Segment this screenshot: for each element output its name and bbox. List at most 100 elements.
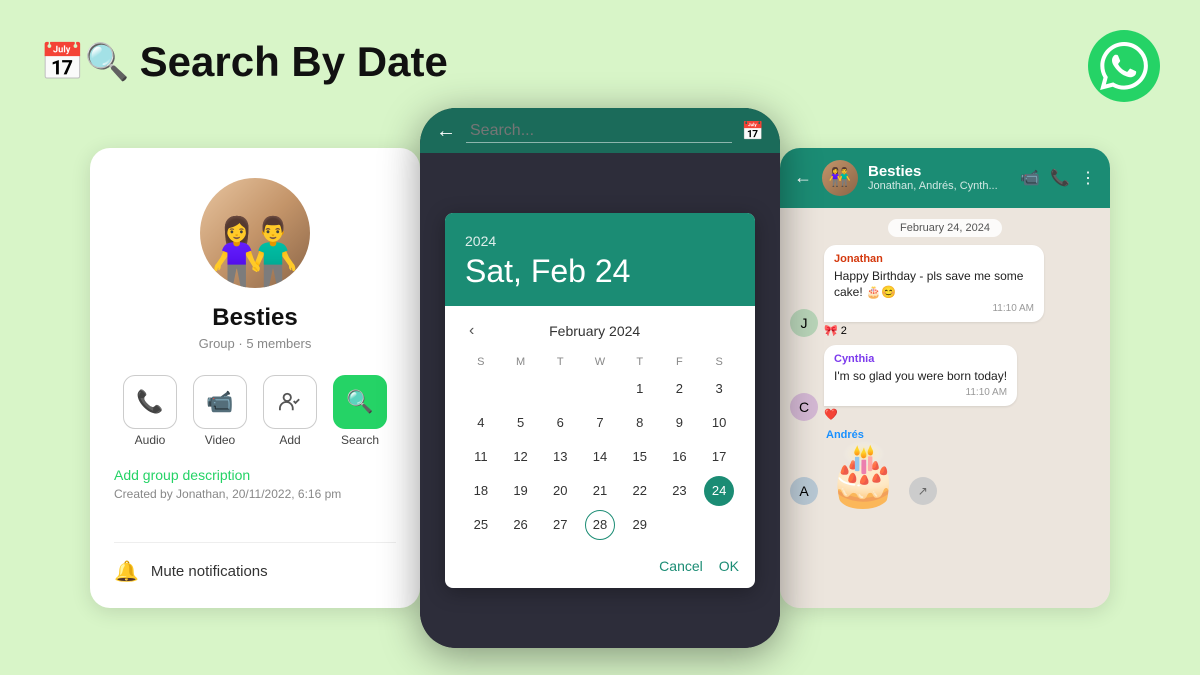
contact-info-panel: 👫 Besties Group · 5 members 📞 Audio 📹 Vi… (90, 148, 420, 608)
cal-day-13[interactable]: 13 (545, 442, 575, 472)
search-label: Search (341, 433, 379, 447)
jonathan-reactions: 🎀 2 (824, 324, 1044, 337)
cal-day-27[interactable]: 27 (545, 510, 575, 540)
week-1: 1 2 3 (461, 372, 739, 406)
cynthia-name: Cynthia (834, 353, 1007, 365)
jonathan-message-text: Happy Birthday - pls save me some cake! … (834, 268, 1034, 302)
cal-day-14[interactable]: 14 (585, 442, 615, 472)
chat-info: Besties Jonathan, Andrés, Cynth... (868, 163, 1010, 192)
week-3: 11 12 13 14 15 16 17 (461, 440, 739, 474)
cal-day-7[interactable]: 7 (585, 408, 615, 438)
cal-day-10[interactable]: 10 (704, 408, 734, 438)
add-label: Add (279, 433, 300, 447)
audio-label: Audio (135, 433, 166, 447)
add-button[interactable]: Add (263, 375, 317, 447)
cal-day-2[interactable]: 2 (664, 374, 694, 404)
add-icon-circle (263, 375, 317, 429)
week-2: 4 5 6 7 8 9 10 (461, 406, 739, 440)
calendar-header: 2024 Sat, Feb 24 (445, 213, 755, 306)
cancel-button[interactable]: Cancel (659, 558, 703, 574)
chat-back-arrow[interactable]: ← (794, 167, 812, 188)
cynthia-message-time: 11:10 AM (834, 387, 1007, 398)
week-5: 25 26 27 28 29 (461, 508, 739, 542)
cal-day-4[interactable]: 4 (466, 408, 496, 438)
cal-day-3[interactable]: 3 (704, 374, 734, 404)
dow-sun: S (461, 352, 501, 372)
whatsapp-logo (1088, 30, 1160, 102)
video-button[interactable]: 📹 Video (193, 375, 247, 447)
group-desc-link[interactable]: Add group description (114, 467, 250, 483)
chat-messages-area: February 24, 2024 J Jonathan Happy Birth… (780, 208, 1110, 608)
sticker-share-button[interactable]: ↗ (909, 477, 937, 505)
chat-header: ← 👫 Besties Jonathan, Andrés, Cynth... 📹… (780, 148, 1110, 208)
message-row-cynthia: C Cynthia I'm so glad you were born toda… (790, 345, 1100, 421)
cynthia-message-text: I'm so glad you were born today! (834, 368, 1007, 385)
cal-day-23[interactable]: 23 (664, 476, 694, 506)
cal-day-28-today[interactable]: 28 (585, 510, 615, 540)
cal-day-18[interactable]: 18 (466, 476, 496, 506)
dow-fri: F (660, 352, 700, 372)
phone-call-icon[interactable]: 📞 (1050, 168, 1070, 188)
ok-button[interactable]: OK (719, 558, 739, 574)
cal-day-8[interactable]: 8 (625, 408, 655, 438)
action-buttons-row: 📞 Audio 📹 Video Add 🔍 Search (123, 375, 387, 447)
calendar-actions: Cancel OK (445, 550, 755, 588)
contact-subtitle: Group · 5 members (199, 336, 312, 351)
cynthia-reactions: ❤️ (824, 408, 1017, 421)
cynthia-avatar: C (790, 393, 818, 421)
bell-icon: 🔔 (114, 559, 139, 584)
calendar-icon[interactable]: 📅 (742, 121, 764, 142)
calendar-year: 2024 (465, 233, 735, 249)
cal-day-16[interactable]: 16 (664, 442, 694, 472)
audio-button[interactable]: 📞 Audio (123, 375, 177, 447)
cal-day-17[interactable]: 17 (704, 442, 734, 472)
calendar-search-icon: 📅🔍 (40, 41, 130, 83)
audio-icon-circle: 📞 (123, 375, 177, 429)
cal-day-26[interactable]: 26 (506, 510, 536, 540)
days-of-week-row: S M T W T F S (461, 352, 739, 372)
message-row-andres: A Andrés 🎂 ↗ (790, 429, 1100, 505)
andres-avatar: A (790, 477, 818, 505)
cal-day-29[interactable]: 29 (625, 510, 655, 540)
cal-day-25[interactable]: 25 (466, 510, 496, 540)
phone-top-bar: ← 📅 (420, 108, 780, 153)
chat-group-name: Besties (868, 163, 1010, 180)
cal-day-20[interactable]: 20 (545, 476, 575, 506)
calendar-selected-date: Sat, Feb 24 (465, 253, 735, 290)
cal-day-6[interactable]: 6 (545, 408, 575, 438)
week-4: 18 19 20 21 22 23 24 (461, 474, 739, 508)
cal-day-24-selected[interactable]: 24 (704, 476, 734, 506)
calendar-dialog: 2024 Sat, Feb 24 ‹ February 2024 S M T W… (445, 213, 755, 588)
cal-day-21[interactable]: 21 (585, 476, 615, 506)
jonathan-message-bubble: Jonathan Happy Birthday - pls save me so… (824, 245, 1044, 323)
video-call-icon[interactable]: 📹 (1020, 168, 1040, 188)
cal-day-1[interactable]: 1 (625, 374, 655, 404)
mute-label: Mute notifications (151, 563, 268, 580)
cal-day-9[interactable]: 9 (664, 408, 694, 438)
cal-day-11[interactable]: 11 (466, 442, 496, 472)
contact-name: Besties (212, 304, 297, 332)
search-input[interactable] (466, 120, 732, 143)
cal-day-15[interactable]: 15 (625, 442, 655, 472)
search-button[interactable]: 🔍 Search (333, 375, 387, 447)
cal-day-22[interactable]: 22 (625, 476, 655, 506)
dow-sat: S (699, 352, 739, 372)
birthday-cake-sticker: 🎂 (826, 445, 901, 505)
avatar-image: 👫 (210, 220, 300, 288)
jonathan-avatar: J (790, 309, 818, 337)
back-arrow-icon[interactable]: ← (436, 120, 456, 143)
page-header: 📅🔍 Search By Date (40, 38, 448, 86)
video-icon-circle: 📹 (193, 375, 247, 429)
phone-center-panel: ← 📅 2024 Sat, Feb 24 ‹ February 2024 S (420, 108, 780, 648)
mute-notifications-row[interactable]: 🔔 Mute notifications (114, 542, 396, 584)
cal-day-19[interactable]: 19 (506, 476, 536, 506)
cal-day-12[interactable]: 12 (506, 442, 536, 472)
chat-members-list: Jonathan, Andrés, Cynth... (868, 180, 1010, 192)
cynthia-message-bubble: Cynthia I'm so glad you were born today!… (824, 345, 1017, 406)
dow-thu: T (620, 352, 660, 372)
more-options-icon[interactable]: ⋮ (1080, 168, 1096, 188)
prev-month-button[interactable]: ‹ (465, 318, 478, 344)
page-title: Search By Date (140, 38, 448, 86)
cal-day-5[interactable]: 5 (506, 408, 536, 438)
panels-container: 👫 Besties Group · 5 members 📞 Audio 📹 Vi… (40, 120, 1160, 635)
